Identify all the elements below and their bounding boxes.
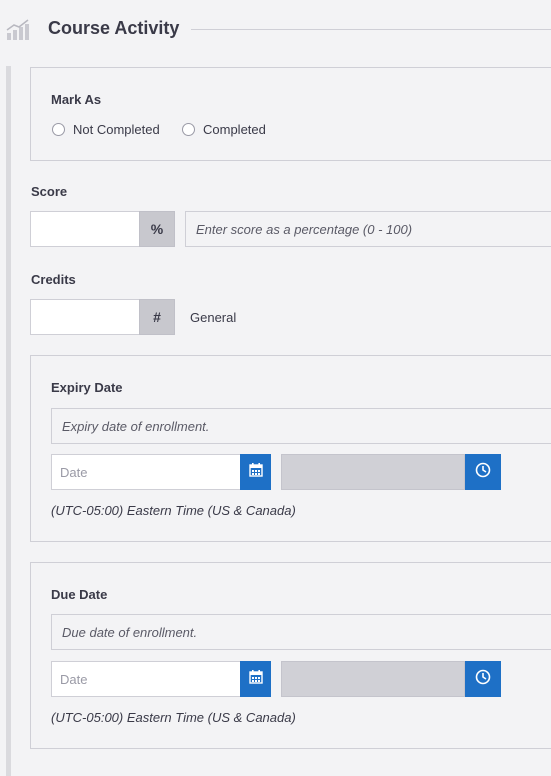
hash-addon: # — [139, 299, 175, 335]
expiry-date-card: Expiry Date Expiry date of enrollment. D… — [30, 355, 551, 542]
not-completed-radio[interactable] — [52, 123, 65, 136]
credits-input[interactable] — [30, 299, 140, 335]
due-clock-button[interactable] — [465, 661, 501, 697]
credit-type: General — [190, 310, 237, 325]
due-date-input[interactable]: Date — [51, 661, 241, 697]
score-input[interactable] — [30, 211, 140, 247]
due-time-input[interactable] — [281, 661, 465, 697]
due-description-input[interactable]: Due date of enrollment. — [51, 614, 551, 650]
expiry-clock-button[interactable] — [465, 454, 501, 490]
score-label: Score — [31, 184, 68, 199]
expiry-description-input[interactable]: Expiry date of enrollment. — [51, 408, 551, 444]
bar-chart-icon — [6, 18, 30, 42]
clock-icon — [475, 669, 491, 690]
section-indent-bar — [6, 66, 11, 776]
clock-icon — [475, 462, 491, 483]
expiry-date-label: Expiry Date — [51, 380, 123, 395]
mark-as-card: Mark As Not Completed Completed — [30, 67, 551, 161]
completed-label[interactable]: Completed — [203, 122, 266, 137]
not-completed-label[interactable]: Not Completed — [73, 122, 160, 137]
percent-addon: % — [139, 211, 175, 247]
completed-radio[interactable] — [182, 123, 195, 136]
credits-label: Credits — [31, 272, 76, 287]
calendar-icon — [248, 669, 263, 689]
expiry-date-input[interactable]: Date — [51, 454, 241, 490]
score-hint: Enter score as a percentage (0 - 100) — [185, 211, 551, 247]
page-title: Course Activity — [48, 18, 180, 38]
expiry-calendar-button[interactable] — [240, 454, 271, 490]
due-date-label: Due Date — [51, 587, 108, 602]
header-divider — [191, 29, 551, 30]
due-calendar-button[interactable] — [240, 661, 271, 697]
calendar-icon — [248, 462, 263, 482]
mark-as-label: Mark As — [51, 92, 102, 107]
section-header: Course Activity — [0, 0, 551, 60]
expiry-timezone: (UTC-05:00) Eastern Time (US & Canada) — [51, 503, 296, 518]
expiry-time-input[interactable] — [281, 454, 465, 490]
due-date-card: Due Date Due date of enrollment. Date (U… — [30, 562, 551, 749]
due-timezone: (UTC-05:00) Eastern Time (US & Canada) — [51, 710, 296, 725]
